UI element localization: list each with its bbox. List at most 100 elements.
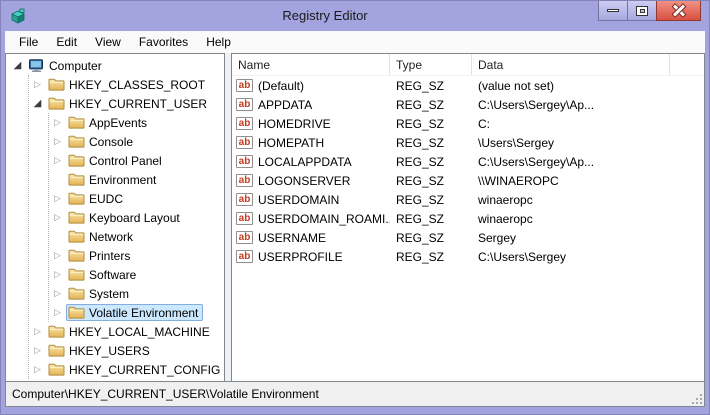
folder-icon xyxy=(68,135,87,148)
column-header-data[interactable]: Data xyxy=(472,54,670,75)
expand-arrow-icon[interactable]: ▷ xyxy=(49,303,66,322)
tree-item-label: HKEY_LOCAL_MACHINE xyxy=(69,324,210,339)
value-row-userdomain-roami[interactable]: ab USERDOMAIN_ROAMI... REG_SZ winaeropc xyxy=(232,209,704,228)
tree-item-hkey-current-config[interactable]: ▷ HKEY_CURRENT_CONFIG xyxy=(29,360,224,379)
tree-item-content: Control Panel xyxy=(66,152,167,169)
string-value-ab-icon: ab xyxy=(236,98,253,111)
tree-item-keyboard-layout[interactable]: ▷ Keyboard Layout xyxy=(49,208,224,227)
expand-arrow-icon[interactable]: ▷ xyxy=(49,208,66,227)
maximize-button[interactable] xyxy=(627,1,657,21)
value-type: REG_SZ xyxy=(396,230,445,245)
value-data: \\WINAEROPC xyxy=(478,173,559,188)
folder-icon xyxy=(68,192,87,205)
menu-item-favorites[interactable]: Favorites xyxy=(130,31,197,53)
tree-item-content: HKEY_LOCAL_MACHINE xyxy=(46,323,215,340)
folder-icon xyxy=(68,249,87,262)
registry-editor-window: Registry Editor File Edit View Favorites Hel… xyxy=(0,0,710,415)
tree-item-volatile-environment[interactable]: ▷ Volatile Environment xyxy=(49,303,224,322)
tree-item-content: Computer xyxy=(26,57,107,74)
tree-item-label: EUDC xyxy=(89,191,124,206)
expand-arrow-icon[interactable]: ▷ xyxy=(29,341,46,360)
menu-item-help[interactable]: Help xyxy=(197,31,240,53)
folder-icon xyxy=(68,154,87,167)
expand-arrow-icon[interactable]: ▷ xyxy=(49,265,66,284)
value-type: REG_SZ xyxy=(396,173,445,188)
tree-item-system[interactable]: ▷ System xyxy=(49,284,224,303)
value-data: winaeropc xyxy=(478,192,533,207)
expand-arrow-icon[interactable]: ▷ xyxy=(29,322,46,341)
value-row-appdata[interactable]: ab APPDATA REG_SZ C:\Users\Sergey\Ap... xyxy=(232,95,704,114)
tree-item-label: Environment xyxy=(89,172,157,187)
value-data: winaeropc xyxy=(478,211,533,226)
column-header-name[interactable]: Name xyxy=(232,54,390,75)
tree-item-content: HKEY_CURRENT_USER xyxy=(46,95,212,112)
computer-icon xyxy=(28,59,47,72)
expand-arrow-icon[interactable]: ▷ xyxy=(49,113,66,132)
tree-item-hkey-local-machine[interactable]: ▷ HKEY_LOCAL_MACHINE xyxy=(29,322,224,341)
collapse-arrow-icon[interactable]: ◢ xyxy=(29,94,46,113)
expand-arrow-icon[interactable]: ▷ xyxy=(49,151,66,170)
folder-icon xyxy=(68,230,87,243)
value-row-userdomain[interactable]: ab USERDOMAIN REG_SZ winaeropc xyxy=(232,190,704,209)
menu-item-edit[interactable]: Edit xyxy=(47,31,86,53)
value-name: USERDOMAIN_ROAMI... xyxy=(258,211,390,226)
menu-item-file[interactable]: File xyxy=(10,31,47,53)
value-name-cell: ab APPDATA xyxy=(232,98,390,112)
registry-tree-pane: ◢ Computer ▷ HKEY_CLASSES_ROOT ◢ HKEY_CURRENT… xyxy=(5,53,225,383)
tree-item-software[interactable]: ▷ Software xyxy=(49,265,224,284)
value-row-localappdata[interactable]: ab LOCALAPPDATA REG_SZ C:\Users\Sergey\Ap..… xyxy=(232,152,704,171)
close-button[interactable] xyxy=(656,1,701,21)
minimize-button[interactable] xyxy=(598,1,628,21)
folder-icon xyxy=(48,344,67,357)
expand-arrow-icon[interactable]: ▷ xyxy=(49,132,66,151)
tree-item-label: HKEY_CLASSES_ROOT xyxy=(69,77,206,92)
folder-icon xyxy=(68,268,87,281)
tree-item-label: Control Panel xyxy=(89,153,162,168)
tree-item-label: HKEY_USERS xyxy=(69,343,150,358)
tree-item-appevents[interactable]: ▷ AppEvents xyxy=(49,113,224,132)
tree-item-eudc[interactable]: ▷ EUDC xyxy=(49,189,224,208)
expand-arrow-icon[interactable]: ▷ xyxy=(49,284,66,303)
value-name: LOCALAPPDATA xyxy=(258,154,352,169)
tree-children: ▷ AppEvents ▷ Console ▷ Control Panel Environm… xyxy=(48,113,224,322)
tree-item-content: EUDC xyxy=(66,190,128,207)
tree-item-console[interactable]: ▷ Console xyxy=(49,132,224,151)
collapse-arrow-icon[interactable]: ◢ xyxy=(9,56,26,75)
resize-grip[interactable] xyxy=(691,393,702,404)
value-row-homepath[interactable]: ab HOMEPATH REG_SZ \Users\Sergey xyxy=(232,133,704,152)
value-name-cell: ab HOMEDRIVE xyxy=(232,117,390,131)
value-name-cell: ab (Default) xyxy=(232,79,390,93)
menu-item-view[interactable]: View xyxy=(86,31,130,53)
window-title: Registry Editor xyxy=(282,8,368,23)
folder-icon xyxy=(48,97,67,110)
value-name-cell: ab USERDOMAIN_ROAMI... xyxy=(232,212,390,226)
expand-arrow-icon[interactable]: ▷ xyxy=(29,360,46,379)
column-header-type[interactable]: Type xyxy=(390,54,472,75)
tree-item-hkey-classes-root[interactable]: ▷ HKEY_CLASSES_ROOT xyxy=(29,75,224,94)
status-path: Computer\HKEY_CURRENT_USER\Volatile Envi… xyxy=(12,387,319,401)
string-value-ab-icon: ab xyxy=(236,212,253,225)
expand-arrow-icon[interactable]: ▷ xyxy=(29,75,46,94)
tree-item-label: Network xyxy=(89,229,134,244)
tree-item-label: Computer xyxy=(49,58,102,73)
expand-arrow-icon[interactable]: ▷ xyxy=(49,246,66,265)
tree-item-hkey-users[interactable]: ▷ HKEY_USERS xyxy=(29,341,224,360)
value-row-logonserver[interactable]: ab LOGONSERVER REG_SZ \\WINAEROPC xyxy=(232,171,704,190)
value-row-username[interactable]: ab USERNAME REG_SZ Sergey xyxy=(232,228,704,247)
tree-item-content: HKEY_CLASSES_ROOT xyxy=(46,76,210,93)
value-row-userprofile[interactable]: ab USERPROFILE REG_SZ C:\Users\Sergey xyxy=(232,247,704,266)
value-name: USERDOMAIN xyxy=(258,192,340,207)
folder-icon xyxy=(48,78,67,91)
tree-item-content: Volatile Environment xyxy=(66,304,204,321)
tree-item-environment[interactable]: Environment xyxy=(49,170,224,189)
tree-item-computer[interactable]: ◢ Computer xyxy=(9,56,224,75)
tree-item-control-panel[interactable]: ▷ Control Panel xyxy=(49,151,224,170)
expand-arrow-icon[interactable]: ▷ xyxy=(49,189,66,208)
tree-item-printers[interactable]: ▷ Printers xyxy=(49,246,224,265)
value-row-homedrive[interactable]: ab HOMEDRIVE REG_SZ C: xyxy=(232,114,704,133)
tree-item-hkey-current-user[interactable]: ◢ HKEY_CURRENT_USER xyxy=(29,94,224,113)
tree-item-network[interactable]: Network xyxy=(49,227,224,246)
value-row-default[interactable]: ab (Default) REG_SZ (value not set) xyxy=(232,76,704,95)
regedit-app-icon xyxy=(10,8,26,24)
tree-item-content: HKEY_USERS xyxy=(46,342,155,359)
